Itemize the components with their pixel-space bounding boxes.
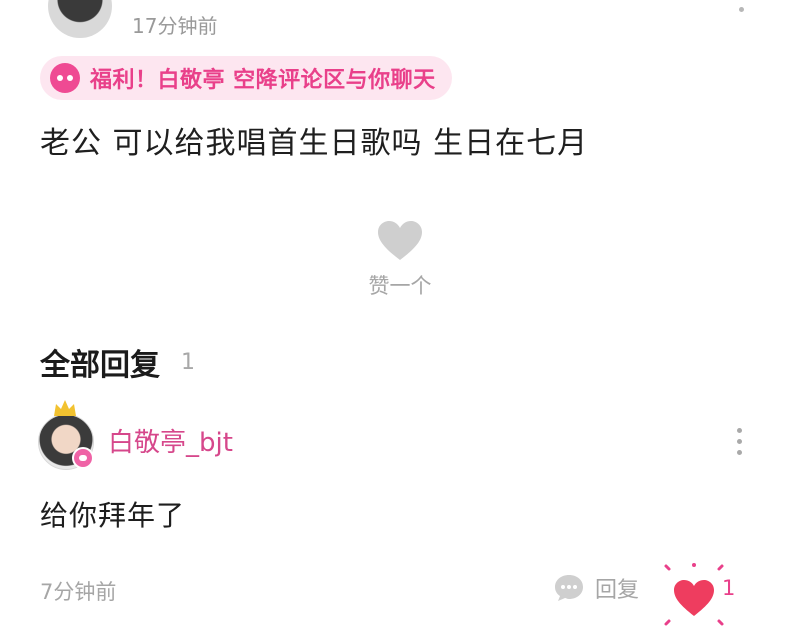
replies-title: 全部回复 — [40, 348, 160, 383]
post-more-icon[interactable] — [739, 7, 744, 12]
like-post-button[interactable]: 赞一个 — [360, 220, 440, 300]
crown-icon — [54, 400, 76, 416]
reply-content: 给你拜年了 — [40, 499, 186, 532]
reply-like-count: 1 — [722, 576, 736, 600]
reply-username[interactable]: 白敬亭_bjt — [108, 422, 233, 459]
reply-button[interactable]: 回复 — [553, 572, 639, 604]
promo-banner[interactable]: 福利！白敬亭 空降评论区与你聊天 — [40, 56, 452, 100]
heart-filled-icon[interactable] — [660, 560, 750, 630]
reply-timestamp: 7分钟前 — [40, 580, 117, 604]
chat-bubble-icon — [50, 63, 80, 93]
author-avatar[interactable] — [48, 0, 112, 38]
promo-banner-text: 福利！白敬亭 空降评论区与你聊天 — [90, 68, 436, 93]
like-post-label: 赞一个 — [368, 274, 432, 298]
speech-bubble-icon — [555, 575, 583, 601]
verified-badge-icon — [72, 447, 94, 469]
reply-button-label: 回复 — [595, 578, 640, 603]
reply-more-icon[interactable] — [737, 428, 743, 455]
post-content: 老公 可以给我唱首生日歌吗 生日在七月 — [40, 126, 589, 161]
post-timestamp: 17分钟前 — [132, 14, 218, 38]
heart-outline-icon — [378, 221, 422, 260]
replies-count: 1 — [181, 350, 195, 375]
